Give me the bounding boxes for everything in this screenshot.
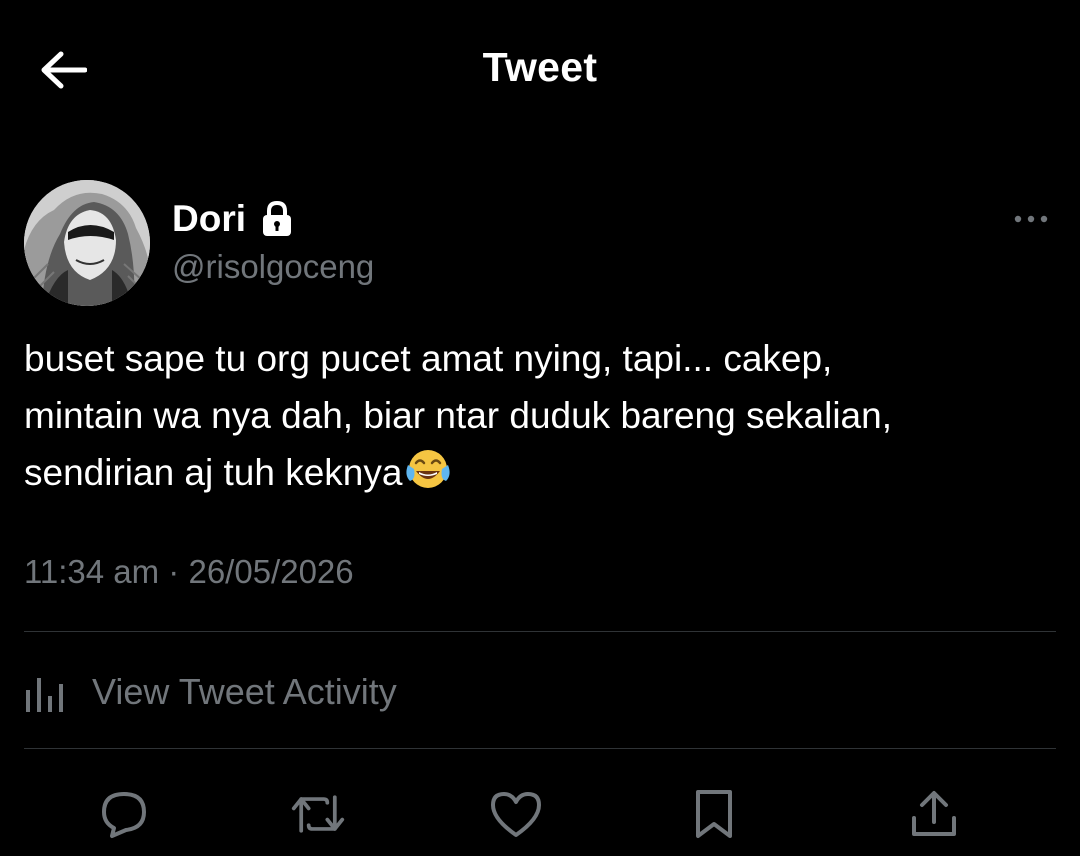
reply-button[interactable] [96, 786, 152, 842]
top-bar: Tweet [0, 0, 1080, 140]
share-button[interactable] [906, 786, 962, 842]
share-icon [912, 791, 956, 836]
retweet-button[interactable] [290, 786, 346, 842]
lock-icon [263, 200, 291, 236]
tweet-text-line-last: sendirian aj tuh keknya [24, 444, 1054, 501]
more-options-button[interactable] [1006, 204, 1056, 234]
reply-icon [102, 792, 146, 838]
like-button[interactable] [488, 786, 544, 842]
bookmark-icon [696, 790, 732, 838]
tweet-text-line: sendirian aj tuh keknya [24, 452, 403, 493]
avatar[interactable] [24, 180, 150, 306]
tweet-actions-bar [0, 780, 1080, 844]
bookmark-button[interactable] [686, 786, 742, 842]
analytics-icon [26, 678, 63, 712]
page-title: Tweet [482, 44, 598, 90]
tweet-text-line: buset sape tu org pucet amat nying, tapi… [24, 338, 833, 379]
tweet-text: buset sape tu org pucet amat nying, tapi… [24, 330, 1054, 501]
tweet-timestamp[interactable]: 11:34 am · 26/05/2026 [24, 553, 354, 591]
view-tweet-activity-label: View Tweet Activity [92, 671, 397, 712]
tweet-text-line: mintain wa nya dah, biar ntar duduk bare… [24, 395, 892, 436]
display-name-row: Dori [172, 198, 294, 240]
divider [24, 748, 1056, 749]
display-name[interactable]: Dori [172, 198, 246, 240]
more-horizontal-icon [1014, 215, 1048, 223]
face-with-tears-of-joy-emoji [406, 450, 451, 488]
divider [24, 631, 1056, 632]
tweet-detail-screen: Tweet Dori @risolgoceng buset sape tu or… [0, 0, 1080, 856]
view-tweet-activity-button[interactable]: View Tweet Activity [24, 660, 397, 724]
retweet-icon [291, 795, 345, 833]
user-handle[interactable]: @risolgoceng [172, 248, 374, 286]
tweet-author: Dori @risolgoceng [24, 178, 1056, 308]
like-icon [491, 792, 541, 837]
